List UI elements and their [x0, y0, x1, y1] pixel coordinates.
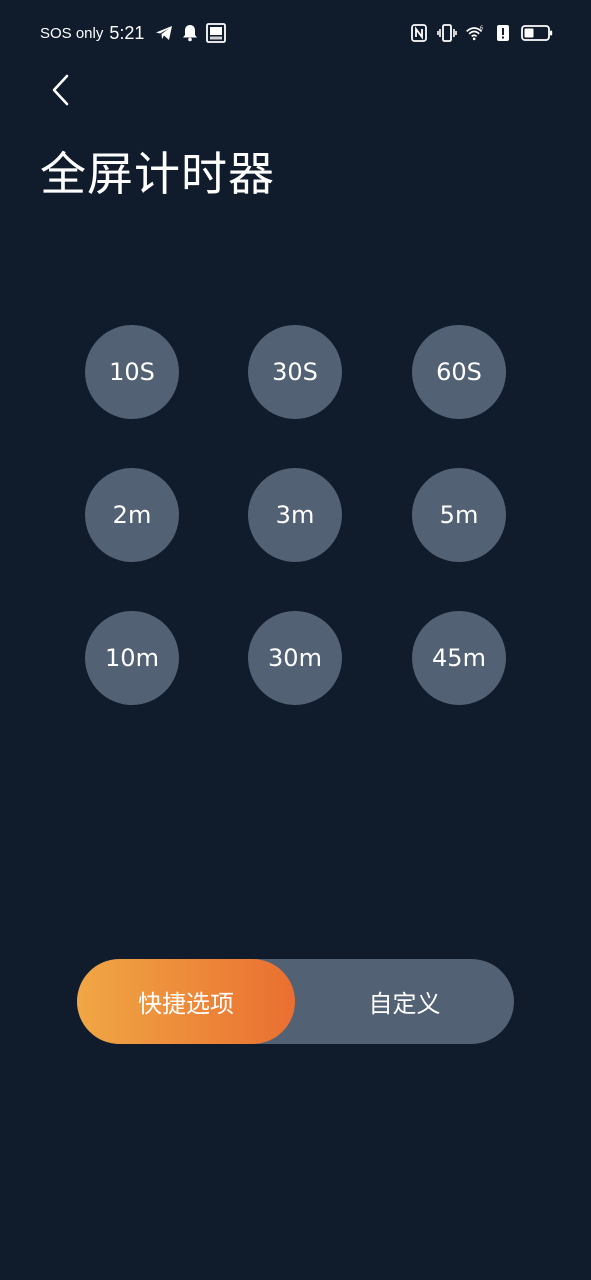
image-icon [206, 23, 227, 43]
status-bar: SOS only 5:21 6 [0, 0, 591, 66]
back-button[interactable] [40, 70, 80, 114]
nfc-icon [409, 23, 429, 43]
preset-button-3m[interactable]: 3m [248, 468, 342, 562]
mode-toggle: 快捷选项 自定义 [77, 959, 514, 1044]
svg-text:6: 6 [480, 26, 483, 32]
carrier-text: SOS only [40, 24, 104, 42]
custom-tab[interactable]: 自定义 [295, 959, 514, 1044]
battery-icon [521, 23, 553, 43]
page-title: 全屏计时器 [40, 147, 275, 201]
preset-button-60s[interactable]: 60S [412, 325, 506, 419]
chevron-left-icon [49, 73, 71, 111]
vibrate-icon [437, 23, 457, 43]
telegram-icon [154, 23, 174, 43]
preset-button-45m[interactable]: 45m [412, 611, 506, 705]
alert-icon [493, 23, 513, 43]
status-bar-right: 6 [409, 20, 553, 46]
quick-options-tab[interactable]: 快捷选项 [77, 959, 295, 1044]
preset-button-30m[interactable]: 30m [248, 611, 342, 705]
preset-button-10m[interactable]: 10m [85, 611, 179, 705]
status-bar-left: SOS only 5:21 [40, 20, 227, 46]
wifi-icon: 6 [465, 23, 485, 43]
preset-button-2m[interactable]: 2m [85, 468, 179, 562]
preset-button-10s[interactable]: 10S [85, 325, 179, 419]
preset-button-5m[interactable]: 5m [412, 468, 506, 562]
clock-time: 5:21 [109, 22, 145, 43]
bell-icon [180, 23, 200, 43]
preset-button-30s[interactable]: 30S [248, 325, 342, 419]
